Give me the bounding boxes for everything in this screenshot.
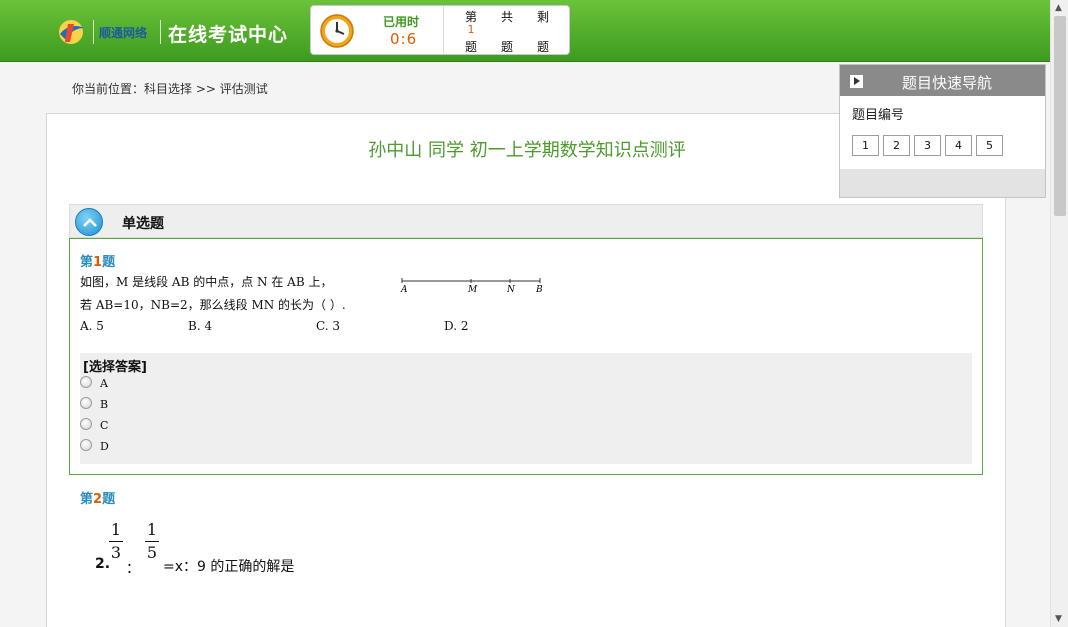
time-used-value: 0:6 xyxy=(390,30,418,48)
radio-label-a: A xyxy=(100,377,108,390)
quick-nav-panel: 题目快速导航 题目编号 1 2 3 4 5 xyxy=(839,64,1046,198)
breadcrumb: 你当前位置：科目选择 >> 评估测试 xyxy=(72,82,268,96)
fraction-2-numerator: 1 xyxy=(146,520,158,539)
figure-label-b: B xyxy=(535,285,543,295)
section-header-single-choice: 单选题 xyxy=(69,204,983,238)
scroll-down-arrow-icon[interactable]: ▼ xyxy=(1055,614,1062,624)
radio-label-b: B xyxy=(100,398,109,411)
answer-label: [选择答案] xyxy=(83,360,147,375)
clock-icon xyxy=(320,14,354,48)
radio-d[interactable] xyxy=(80,439,92,451)
question-2-title: 第2题 xyxy=(80,488,115,507)
section-label: 单选题 xyxy=(122,216,164,232)
radio-b[interactable] xyxy=(80,397,92,409)
figure-label-a: A xyxy=(400,285,408,295)
question-1-title-suffix: 题 xyxy=(102,255,116,270)
question-2-number: 2 xyxy=(93,492,103,507)
remaining-question-prefix: 剩 xyxy=(536,10,549,24)
question-1-option-c: C. 3 xyxy=(316,319,341,333)
fraction-2-bar xyxy=(145,541,159,542)
fraction-1-denominator: 3 xyxy=(110,543,122,562)
question-2-title-suffix: 题 xyxy=(102,492,116,507)
quick-nav-body: 题目编号 1 2 3 4 5 xyxy=(840,96,1045,169)
question-1-text-line-1: 如图，M 是线段 AB 的中点，点 N 在 AB 上， xyxy=(80,275,333,289)
brand-name: 顺通网络 xyxy=(99,26,148,40)
question-nav-button-5[interactable]: 5 xyxy=(976,135,1003,156)
radio-a[interactable] xyxy=(80,376,92,388)
logo-icon xyxy=(59,20,84,44)
fraction-one-third: 1 3 xyxy=(109,520,123,563)
question-1-option-a: A. 5 xyxy=(80,319,104,333)
question-2-title-prefix: 第 xyxy=(80,492,94,507)
radio-label-c: C xyxy=(100,419,109,432)
current-question-suffix: 题 xyxy=(464,40,477,54)
scrollbar-thumb[interactable] xyxy=(1054,16,1066,216)
current-question-value: 1 xyxy=(467,23,475,36)
quick-nav-title: 题目快速导航 xyxy=(902,74,993,92)
question-2-text: =x：9 的正确的解是 xyxy=(163,559,295,575)
fraction-1-numerator: 1 xyxy=(110,520,122,539)
question-1-title: 第1题 xyxy=(80,251,115,270)
question-1-box: 第1题 如图，M 是线段 AB 的中点，点 N 在 AB 上， 若 AB=10，… xyxy=(69,238,983,475)
current-question-counter: 第 1 题 xyxy=(453,6,489,54)
question-1-option-b: B. 4 xyxy=(188,319,213,333)
fraction-2-denominator: 5 xyxy=(146,543,158,562)
title-divider xyxy=(160,20,161,44)
remaining-question-counter: 剩 题 xyxy=(525,6,561,54)
collapse-section-button[interactable] xyxy=(75,208,103,236)
total-question-prefix: 共 xyxy=(500,10,513,24)
question-nav-button-3[interactable]: 3 xyxy=(914,135,941,156)
timer-panel: 已用时 0:6 第 1 题 共 题 剩 题 xyxy=(310,5,570,55)
question-nav-button-1[interactable]: 1 xyxy=(852,135,879,156)
question-1-number: 1 xyxy=(93,255,103,270)
total-question-counter: 共 题 xyxy=(489,6,525,54)
time-used-label: 已用时 xyxy=(383,15,420,29)
logo-divider xyxy=(93,20,94,44)
radio-label-d: D xyxy=(100,440,109,453)
question-1-title-prefix: 第 xyxy=(80,255,94,270)
total-question-suffix: 题 xyxy=(500,40,513,54)
radio-c[interactable] xyxy=(80,418,92,430)
question-1-option-d: D. 2 xyxy=(444,319,469,333)
play-icon[interactable] xyxy=(850,75,863,88)
answer-area: [选择答案] A B C D xyxy=(80,353,972,464)
scroll-up-arrow-icon[interactable]: ▲ xyxy=(1055,3,1062,13)
segment-figure: A M N B xyxy=(400,278,543,295)
chevron-up-icon xyxy=(83,218,97,227)
figure-label-m: M xyxy=(467,285,478,295)
question-nav-button-4[interactable]: 4 xyxy=(945,135,972,156)
question-1-text-line-2: 若 AB=10，NB=2，那么线段 MN 的长为（ ）. xyxy=(80,298,346,312)
quick-nav-header: 题目快速导航 xyxy=(840,65,1045,96)
timer-divider xyxy=(443,6,444,54)
question-2-colon: ： xyxy=(126,561,140,577)
quick-nav-subtitle: 题目编号 xyxy=(852,108,905,123)
fraction-one-fifth: 1 5 xyxy=(145,520,159,563)
header-bar: 顺通网络 在线考试中心 已用时 0:6 第 1 题 共 题 剩 题 xyxy=(0,0,1050,62)
question-2-num-label: 2. xyxy=(95,556,111,572)
fraction-1-bar xyxy=(109,541,123,542)
question-2-body: 2. 1 3 ： 1 5 =x：9 的正确的解是 xyxy=(95,520,395,580)
question-nav-button-2[interactable]: 2 xyxy=(883,135,910,156)
vertical-scrollbar[interactable]: ▲ ▼ xyxy=(1050,0,1068,627)
figure-label-n: N xyxy=(506,285,516,295)
exam-page: 顺通网络 在线考试中心 已用时 0:6 第 1 题 共 题 剩 题 你当前位置：… xyxy=(0,0,1068,627)
remaining-question-suffix: 题 xyxy=(536,40,549,54)
site-title: 在线考试中心 xyxy=(168,24,289,46)
